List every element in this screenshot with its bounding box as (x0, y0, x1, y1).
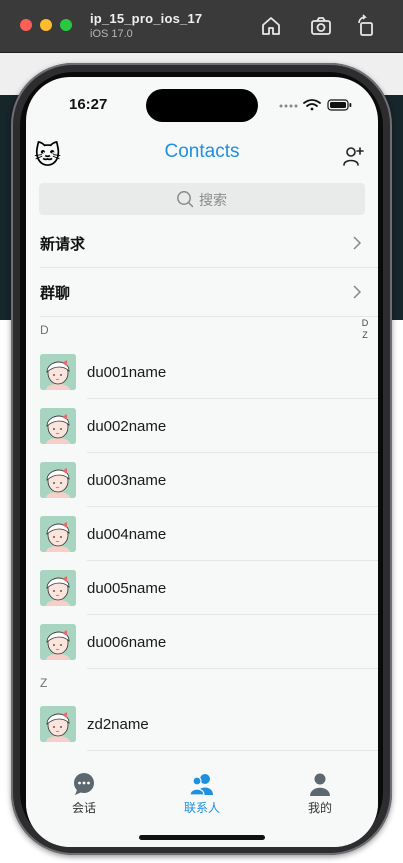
contact-row[interactable]: zd2name (26, 697, 378, 751)
tab-contacts-label: 联系人 (183, 801, 220, 815)
person-icon (310, 773, 330, 796)
new-requests-row[interactable]: 新请求 (26, 219, 378, 267)
tab-me[interactable]: 我的 (275, 771, 365, 816)
contact-avatar-icon (40, 570, 76, 606)
close-window-button[interactable] (20, 19, 32, 31)
avatar (40, 462, 76, 498)
battery-icon (327, 99, 352, 111)
rotate-icon (358, 14, 373, 36)
status-icons (279, 99, 352, 111)
page-title: Contacts (164, 141, 240, 162)
signal-icon (279, 104, 298, 108)
search-bar[interactable]: 搜索 (39, 183, 365, 215)
contact-avatar-icon (40, 462, 76, 498)
add-contact-button[interactable] (341, 144, 365, 168)
contacts-icon (189, 774, 213, 796)
contact-avatar-icon (40, 408, 76, 444)
section-header-d: D (40, 323, 49, 337)
divider (87, 750, 378, 751)
home-button[interactable] (259, 14, 283, 38)
tab-me-label: 我的 (307, 801, 332, 815)
contact-row[interactable]: du001name (26, 345, 378, 399)
avatar (40, 706, 76, 742)
contact-avatar-icon (40, 354, 76, 390)
contact-name: du002name (87, 418, 167, 435)
wifi-icon (303, 99, 321, 111)
contact-name: du004name (87, 526, 167, 543)
contact-name: du005name (87, 580, 167, 597)
zoom-window-button[interactable] (60, 19, 72, 31)
tab-chats[interactable]: 会话 (39, 771, 129, 816)
chat-bubble-icon (74, 773, 94, 795)
screenshot-button[interactable] (309, 14, 333, 38)
contact-row[interactable]: du002name (26, 399, 378, 453)
avatar (40, 624, 76, 660)
phone-screen: 16:27 🐱 Contacts 搜索 新请求 群聊 D Z D du001na… (26, 77, 378, 847)
status-time: 16:27 (69, 96, 108, 113)
simulator-toolbar: ip_15_pro_ios_17 iOS 17.0 (0, 0, 403, 53)
contact-row[interactable]: du003name (26, 453, 378, 507)
chevron-right-icon (353, 285, 362, 299)
search-icon (177, 191, 194, 208)
minimize-window-button[interactable] (40, 19, 52, 31)
divider (40, 316, 378, 317)
contact-row[interactable]: du005name (26, 561, 378, 615)
rotate-button[interactable] (354, 14, 378, 38)
group-chats-row[interactable]: 群聊 (26, 268, 378, 316)
camera-icon (311, 17, 331, 35)
contact-avatar-icon (40, 706, 76, 742)
tab-chats-label: 会话 (71, 801, 96, 815)
divider (87, 668, 378, 669)
alphabet-index-bar[interactable]: D Z (359, 317, 371, 341)
tab-contacts[interactable]: 联系人 (157, 771, 247, 816)
section-header-z: Z (40, 676, 48, 690)
contact-name: du006name (87, 634, 167, 651)
group-chats-label: 群聊 (40, 285, 71, 302)
contact-row[interactable]: du006name (26, 615, 378, 669)
contact-avatar-icon (40, 516, 76, 552)
simulator-device-name: ip_15_pro_ios_17 (90, 11, 203, 26)
index-letter[interactable]: D (359, 317, 371, 329)
contact-name: du003name (87, 472, 167, 489)
simulator-os-version: iOS 17.0 (90, 28, 133, 40)
avatar (40, 408, 76, 444)
home-indicator[interactable] (139, 835, 265, 840)
new-requests-label: 新请求 (40, 236, 86, 253)
search-placeholder: 搜索 (199, 192, 227, 208)
home-icon (262, 17, 280, 35)
add-user-icon (343, 147, 364, 166)
avatar (40, 516, 76, 552)
avatar (40, 570, 76, 606)
index-letter[interactable]: Z (359, 329, 371, 341)
dynamic-island (146, 89, 258, 122)
contact-row[interactable]: du004name (26, 507, 378, 561)
contact-name: du001name (87, 364, 167, 381)
contact-avatar-icon (40, 624, 76, 660)
chevron-right-icon (353, 236, 362, 250)
avatar (40, 354, 76, 390)
contact-name: zd2name (87, 716, 149, 733)
